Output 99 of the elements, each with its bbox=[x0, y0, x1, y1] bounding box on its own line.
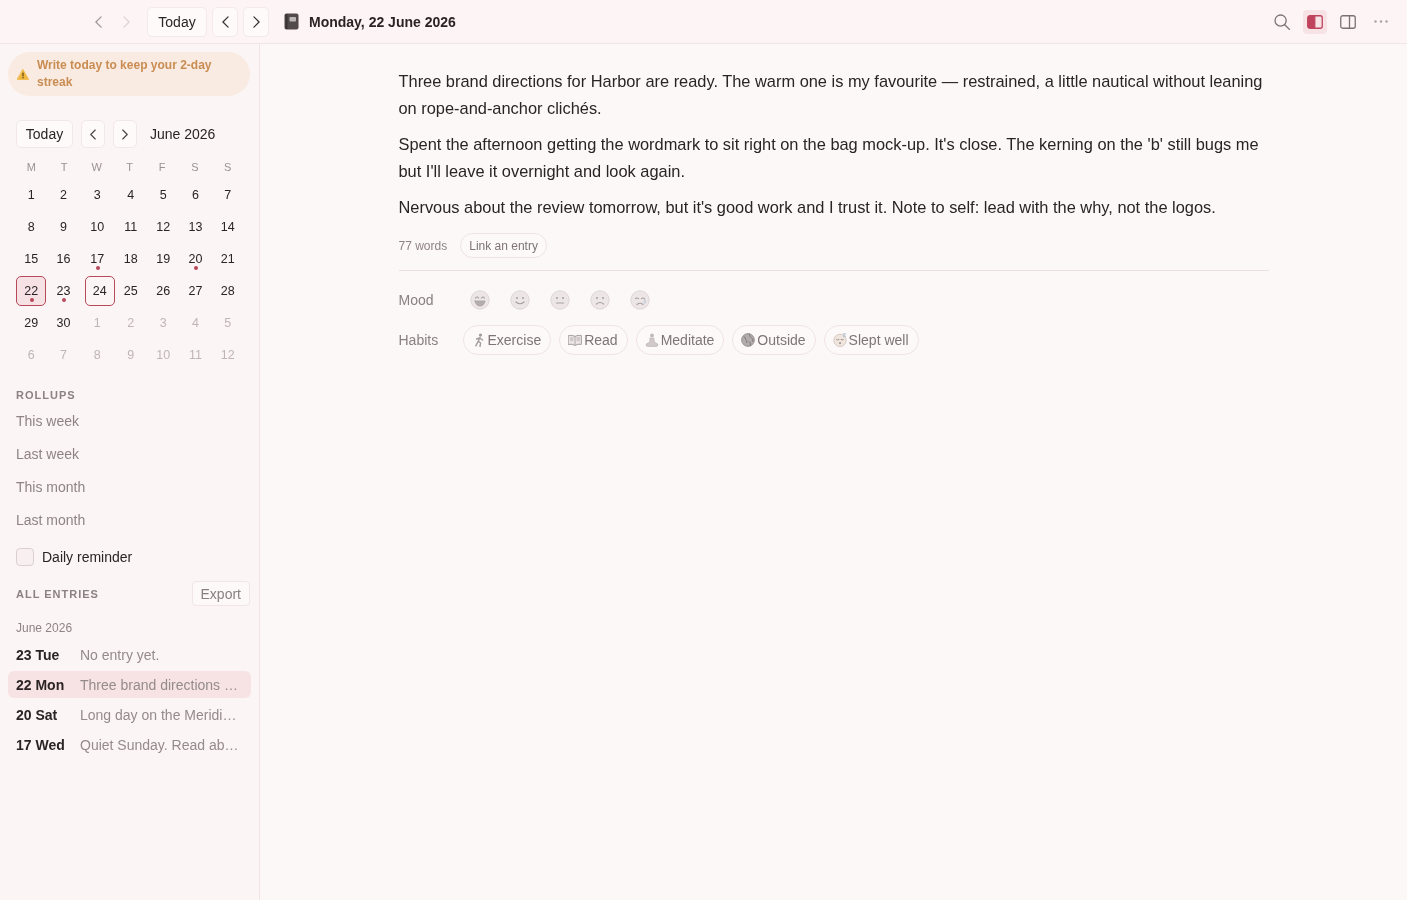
word-count: 77 words bbox=[398, 238, 448, 253]
more-icon bbox=[1374, 20, 1388, 23]
entry-list-item[interactable]: 20 Sat Long day on the Meridi… bbox=[8, 701, 251, 728]
chevron-left-icon bbox=[94, 15, 102, 28]
calendar-day[interactable]: 29 bbox=[16, 308, 47, 338]
calendar-day[interactable]: 5 bbox=[148, 180, 179, 210]
calendar-day[interactable]: 10 bbox=[82, 212, 113, 242]
grinning-face-icon bbox=[469, 290, 490, 310]
entry-paragraph: Spent the afternoon getting the wordmark to sit right on the bag mock-up. It's close. The kerning on the 'b' still bugs me but I'll leave it overnight and look again. bbox=[398, 134, 1260, 182]
calendar-day[interactable]: 24 bbox=[84, 276, 115, 306]
mood-label: Mood bbox=[398, 292, 435, 308]
weekday-label: S bbox=[190, 161, 200, 173]
neutral-face-icon bbox=[549, 290, 570, 310]
calendar-day[interactable]: 17 bbox=[82, 244, 113, 274]
calendar-month-label: June 2026 bbox=[150, 126, 216, 142]
previous-day-button[interactable] bbox=[212, 6, 238, 37]
weekday-label: S bbox=[222, 161, 233, 173]
calendar-day[interactable]: 22 bbox=[16, 276, 47, 306]
today-button[interactable]: Today bbox=[147, 6, 207, 37]
calendar-day[interactable]: 11 bbox=[115, 212, 146, 242]
calendar-day[interactable]: 15 bbox=[16, 244, 47, 274]
habit-toggle[interactable]: Meditate bbox=[635, 325, 725, 355]
streak-message: Write today to keep your 2-day streak bbox=[37, 57, 213, 91]
month-group-label: June 2026 bbox=[15, 620, 74, 636]
chevron-left-icon bbox=[221, 15, 229, 28]
warning-icon bbox=[17, 68, 29, 80]
reminder-checkbox[interactable] bbox=[16, 548, 34, 566]
calendar-day[interactable]: 27 bbox=[180, 276, 211, 306]
habit-toggle[interactable]: Exercise bbox=[462, 325, 552, 355]
habit-toggle[interactable]: Read bbox=[559, 325, 628, 355]
rollup-item[interactable]: Last week bbox=[16, 438, 80, 471]
weekday-label: F bbox=[157, 161, 167, 173]
link-entry-button[interactable]: Link an entry bbox=[460, 233, 547, 258]
mood-option[interactable] bbox=[508, 289, 531, 311]
calendar-day[interactable]: 9 bbox=[48, 212, 79, 242]
book-icon bbox=[284, 13, 299, 30]
weekday-label: M bbox=[25, 161, 37, 173]
calendar-day[interactable]: 28 bbox=[212, 276, 243, 306]
chevron-right-icon bbox=[122, 128, 128, 140]
calendar-day[interactable]: 2 bbox=[48, 180, 79, 210]
calendar-day[interactable]: 8 bbox=[16, 212, 47, 242]
calendar-today-button[interactable]: Today bbox=[16, 120, 73, 148]
calendar-day[interactable]: 18 bbox=[115, 244, 146, 274]
calendar-day[interactable]: 21 bbox=[212, 244, 243, 274]
entry-paragraph: Three brand directions for Harbor are ready. The warm one is my favourite — restrained, a little nautical without leaning on rope-and-anchor clichés. bbox=[398, 71, 1264, 119]
section-heading: ALL ENTRIES bbox=[16, 587, 99, 600]
calendar-day[interactable]: 1 bbox=[16, 180, 47, 210]
entry-paragraph: Nervous about the review tomorrow, but it's good work and I trust it. Note to self: lead with the why, not the logos. bbox=[398, 197, 1217, 218]
mood-option[interactable] bbox=[468, 289, 491, 311]
smiling-face-icon bbox=[509, 290, 530, 310]
globe-icon bbox=[741, 333, 756, 347]
calendar-day[interactable]: 7 bbox=[212, 180, 243, 210]
crying-face-icon bbox=[629, 290, 650, 310]
entry-date-title: Monday, 22 June 2026 bbox=[309, 13, 456, 30]
next-month-button[interactable] bbox=[113, 120, 137, 148]
mood-option[interactable] bbox=[548, 289, 571, 311]
meditating-figure-icon bbox=[644, 333, 659, 347]
mood-option[interactable] bbox=[628, 289, 651, 311]
calendar-day[interactable]: 3 bbox=[82, 180, 113, 210]
habit-toggle[interactable]: Slept well bbox=[823, 325, 919, 355]
habit-toggle[interactable]: Outside bbox=[732, 325, 816, 355]
rollup-item[interactable]: Last month bbox=[16, 504, 86, 537]
calendar-day[interactable]: 14 bbox=[212, 212, 243, 242]
previous-month-button[interactable] bbox=[81, 120, 105, 148]
calendar-day[interactable]: 13 bbox=[180, 212, 211, 242]
entry-list-item[interactable]: 23 Tue No entry yet. bbox=[8, 641, 251, 668]
calendar-day[interactable]: 23 bbox=[48, 276, 79, 306]
habits-label: Habits bbox=[398, 332, 440, 348]
frowning-face-icon bbox=[589, 290, 610, 310]
weekday-label: T bbox=[125, 161, 134, 173]
mood-option[interactable] bbox=[588, 289, 611, 311]
chevron-right-icon bbox=[252, 15, 260, 28]
rollup-item[interactable]: This week bbox=[16, 405, 80, 438]
sidebar-panel-icon bbox=[1340, 14, 1356, 29]
sleeping-face-icon bbox=[832, 333, 847, 347]
entry-list-item[interactable]: 22 Mon Three brand directions … bbox=[8, 671, 251, 698]
next-day-button[interactable] bbox=[243, 6, 269, 37]
reminder-label: Daily reminder bbox=[42, 549, 133, 565]
chevron-right-icon bbox=[122, 15, 130, 28]
calendar-day[interactable]: 4 bbox=[115, 180, 146, 210]
section-heading: ROLLUPS bbox=[15, 388, 77, 402]
calendar-day[interactable]: 19 bbox=[148, 244, 179, 274]
calendar-day[interactable]: 20 bbox=[180, 244, 211, 274]
chevron-left-icon bbox=[90, 128, 96, 140]
calendar-day[interactable]: 16 bbox=[48, 244, 79, 274]
calendar-day[interactable]: 12 bbox=[148, 212, 179, 242]
calendar-day[interactable]: 6 bbox=[180, 180, 211, 210]
left-sidebar-toggle[interactable] bbox=[1303, 9, 1327, 34]
search-icon bbox=[1274, 13, 1290, 30]
calendar-day[interactable]: 25 bbox=[115, 276, 146, 306]
rollup-item[interactable]: This month bbox=[16, 471, 86, 504]
calendar-day[interactable]: 30 bbox=[48, 308, 79, 338]
weekday-label: W bbox=[90, 161, 103, 173]
calendar-day[interactable]: 26 bbox=[148, 276, 179, 306]
weekday-label: T bbox=[59, 161, 69, 173]
open-book-icon bbox=[568, 334, 583, 346]
entry-list-item[interactable]: 17 Wed Quiet Sunday. Read ab… bbox=[8, 731, 251, 758]
sidebar-panel-icon bbox=[1307, 14, 1323, 29]
export-button[interactable]: Export bbox=[191, 581, 250, 606]
